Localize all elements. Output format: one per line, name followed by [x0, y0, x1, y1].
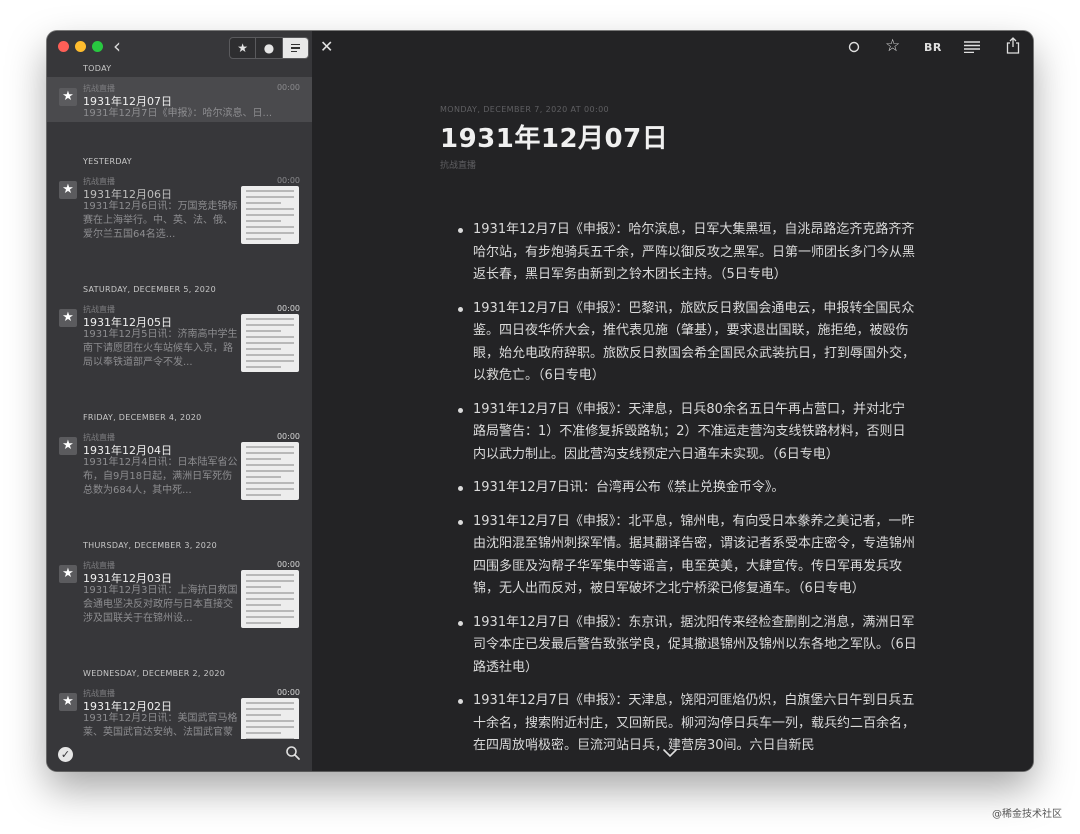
filter-segmented-control: ★ ● — [229, 37, 309, 59]
star-icon[interactable]: ★ — [59, 565, 77, 583]
item-thumbnail — [241, 314, 299, 372]
article-list: TODAY ★ 抗战直播 00:00 1931年12月07日 1931年12月7日《申报》… — [47, 61, 312, 739]
article-list-item[interactable]: ★ 抗战直播 00:00 1931年12月06日 1931年12月6日讯：万国竞走锦标赛… — [47, 170, 312, 250]
date-group-label: FRIDAY, DECEMBER 4, 2020 — [83, 413, 202, 422]
article-paragraph: 1931年12月7日《申报》：天津息，日兵80余名五日午再占营口，并对北宁路局警… — [458, 399, 917, 467]
watermark: @稀金技术社区 — [992, 809, 1062, 820]
item-excerpt: 1931年12月2日讯：美国武官马格莱、英国武官达安纳、法国武官蒙斯由朱光沐带领… — [83, 713, 238, 738]
item-time: 00:00 — [276, 688, 300, 697]
share-icon[interactable] — [1006, 37, 1020, 54]
star-icon[interactable]: ★ — [59, 88, 77, 106]
article-paragraph: 1931年12月7日《申报》：巴黎讯，旅欧反日救国会通电云，申报转全国民众鉴。四… — [458, 298, 917, 388]
close-article-icon[interactable]: ✕ — [320, 37, 333, 56]
article-paragraph: 1931年12月7日《申报》：哈尔滨息，日军大集黑垣，自洮昂路迄齐克路齐齐哈尔站… — [458, 219, 917, 287]
date-group-label: SATURDAY, DECEMBER 5, 2020 — [83, 285, 216, 294]
item-time: 00:00 — [276, 560, 300, 569]
article-paragraph: 1931年12月7日《申报》：东京讯，据沈阳传来经检查删削之消息，满洲日军司令本… — [458, 612, 917, 680]
star-icon[interactable]: ★ — [59, 309, 77, 327]
window-controls — [58, 41, 103, 52]
chevron-down-icon[interactable] — [662, 748, 678, 758]
back-chevron-icon[interactable]: ‹ — [113, 36, 121, 56]
all-filter-icon[interactable] — [282, 38, 308, 58]
article-feed-name[interactable]: 抗战直播 — [440, 158, 910, 171]
article-paragraph: 1931年12月7日讯：台湾再公布《禁止兑换金币令》。 — [458, 477, 917, 500]
article-body: 1931年12月7日《申报》：哈尔滨息，日军大集黑垣，自洮昂路迄齐克路齐齐哈尔站… — [457, 219, 917, 769]
sidebar-footer: ✓ — [47, 739, 312, 771]
article-header: MONDAY, DECEMBER 7, 2020 AT 00:00 1931年1… — [440, 105, 910, 171]
close-window-button[interactable] — [58, 41, 69, 52]
star-icon[interactable]: ★ — [59, 693, 77, 711]
item-excerpt: 1931年12月3日讯：上海抗日救国会通电坚决反对政府与日本直接交涉及国联关于在… — [83, 585, 238, 624]
item-excerpt: 1931年12月5日讯：济南高中学生南下请愿团在火车站候车入京，路局以奉铁道部严… — [83, 329, 238, 368]
item-excerpt: 1931年12月6日讯：万国竞走锦标赛在上海举行。中、英、法、俄、爱尔兰五国64… — [83, 201, 238, 240]
date-group-label: YESTERDAY — [83, 157, 132, 166]
star-icon[interactable]: ★ — [59, 181, 77, 199]
unread-filter-icon[interactable]: ● — [256, 38, 283, 58]
item-time: 00:00 — [276, 83, 300, 92]
item-thumbnail — [241, 186, 299, 244]
article-list-item[interactable]: ★ 抗战直播 00:00 1931年12月02日 1931年12月2日讯：美国武官马格莱… — [47, 682, 312, 739]
text-style-icon[interactable] — [964, 41, 980, 53]
article-list-item[interactable]: ★ 抗战直播 00:00 1931年12月03日 1931年12月3日讯：上海抗日救国会… — [47, 554, 312, 634]
item-thumbnail — [241, 698, 299, 739]
article-paragraph: 1931年12月7日《申报》：天津息，饶阳河匪焰仍炽，白旗堡六日午到日兵五十余名… — [458, 690, 917, 758]
starred-filter-icon[interactable]: ★ — [230, 38, 257, 58]
article-date: MONDAY, DECEMBER 7, 2020 AT 00:00 — [440, 105, 610, 114]
zoom-window-button[interactable] — [92, 41, 103, 52]
article-title: 1931年12月07日 — [440, 124, 669, 154]
item-thumbnail — [241, 570, 299, 628]
minimize-window-button[interactable] — [75, 41, 86, 52]
star-icon[interactable]: ☆ — [885, 36, 900, 56]
date-group-label: TODAY — [83, 64, 112, 73]
item-excerpt: 1931年12月7日《申报》：哈尔滨息、日... — [83, 108, 273, 119]
article-list-item[interactable]: ★ 抗战直播 00:00 1931年12月04日 1931年12月4日讯：日本陆军省公布… — [47, 426, 312, 506]
article-bullet-list: 1931年12月7日《申报》：哈尔滨息，日军大集黑垣，自洮昂路迄齐克路齐齐哈尔站… — [457, 219, 917, 758]
mark-all-read-icon[interactable]: ✓ — [58, 747, 73, 762]
mark-unread-circle-icon[interactable] — [847, 40, 861, 54]
reader-pane: ✕ ☆ BR MONDAY, DECEMBER 7, 2020 AT 00:00… — [312, 31, 1033, 771]
item-time: 00:00 — [276, 432, 300, 441]
item-thumbnail — [241, 442, 299, 500]
sidebar: ‹ ★ ● TODAY ★ 抗战直播 00:00 1931年12月07日 1931年12月… — [47, 31, 312, 771]
search-icon[interactable] — [285, 745, 301, 761]
item-time: 00:00 — [276, 176, 300, 185]
date-group-label: THURSDAY, DECEMBER 3, 2020 — [83, 541, 217, 550]
app-window: ‹ ★ ● TODAY ★ 抗战直播 00:00 1931年12月07日 1931年12月… — [47, 31, 1033, 771]
star-icon[interactable]: ★ — [59, 437, 77, 455]
article-list-item[interactable]: ★ 抗战直播 00:00 1931年12月05日 1931年12月5日讯：济南高中学生南… — [47, 298, 312, 378]
date-group-label: WEDNESDAY, DECEMBER 2, 2020 — [83, 669, 226, 678]
article-list-item[interactable]: ★ 抗战直播 00:00 1931年12月07日 1931年12月7日《申报》：哈尔滨息… — [47, 77, 312, 122]
item-time: 00:00 — [276, 304, 300, 313]
readability-icon[interactable]: BR — [924, 41, 942, 54]
item-excerpt: 1931年12月4日讯：日本陆军省公布，自9月18日起，满洲日军死伤总数为684… — [83, 457, 238, 496]
article-paragraph: 1931年12月7日《申报》：北平息，锦州电，有向受日本豢养之美记者，一昨由沈阳… — [458, 511, 917, 601]
